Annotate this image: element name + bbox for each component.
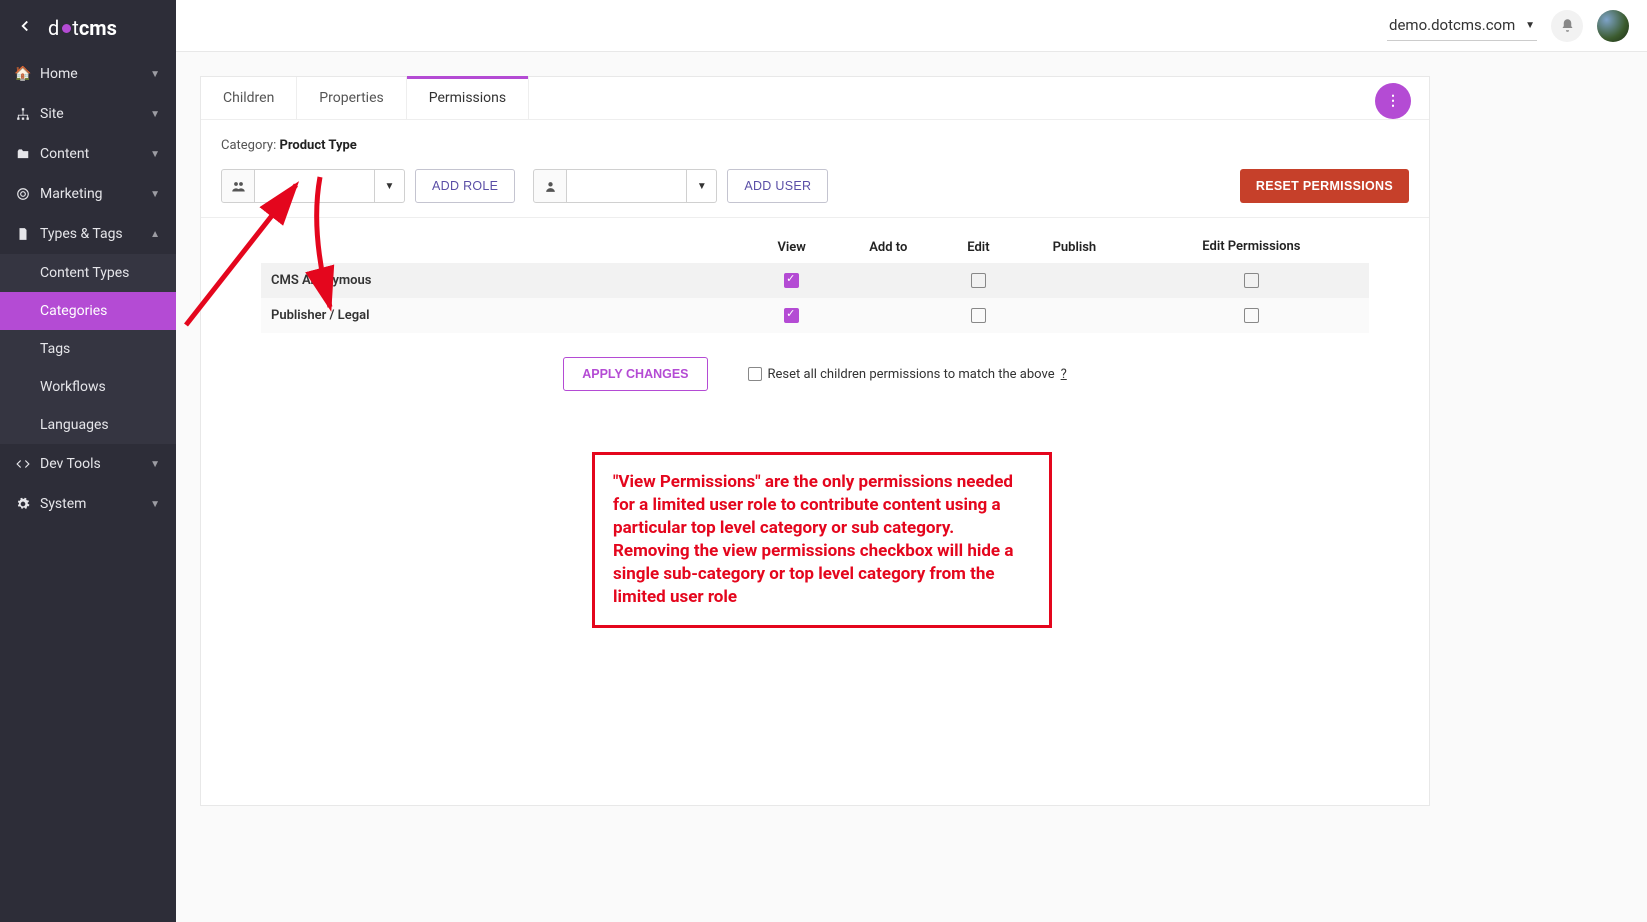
bell-icon bbox=[1560, 18, 1575, 33]
user-icon bbox=[533, 169, 567, 203]
category-label: Category: bbox=[221, 138, 276, 153]
sidebar-sub-workflows[interactable]: Workflows bbox=[0, 368, 176, 406]
checkbox-edit[interactable] bbox=[971, 273, 986, 288]
sitemap-icon bbox=[16, 107, 30, 121]
sidebar-subitems: Content Types Categories Tags Workflows … bbox=[0, 254, 176, 444]
sidebar-item-label: Site bbox=[40, 106, 64, 122]
target-icon bbox=[16, 187, 30, 201]
chevron-down-icon: ▼ bbox=[150, 189, 160, 200]
sidebar-sub-content-types[interactable]: Content Types bbox=[0, 254, 176, 292]
topbar: demo.dotcms.com ▼ bbox=[176, 0, 1647, 52]
col-view: View bbox=[749, 232, 835, 263]
user-dropdown-caret[interactable]: ▼ bbox=[687, 169, 717, 203]
notifications-button[interactable] bbox=[1551, 10, 1583, 42]
apply-changes-button[interactable]: APPLY CHANGES bbox=[563, 357, 707, 391]
sidebar-item-label: System bbox=[40, 496, 86, 512]
checkbox-edit[interactable] bbox=[971, 308, 986, 323]
sidebar-item-content[interactable]: Content ▼ bbox=[0, 134, 176, 174]
caret-down-icon: ▼ bbox=[1525, 20, 1535, 31]
more-vertical-icon: ⋮ bbox=[1386, 93, 1400, 109]
user-combo: ▼ bbox=[533, 169, 717, 203]
checkbox-edit-perms[interactable] bbox=[1244, 308, 1259, 323]
tab-properties[interactable]: Properties bbox=[297, 77, 406, 119]
sidebar-header: dtcms bbox=[0, 0, 176, 54]
sidebar-item-dev-tools[interactable]: Dev Tools ▼ bbox=[0, 444, 176, 484]
row-name: Publisher / Legal bbox=[261, 298, 749, 333]
col-edit-permissions: Edit Permissions bbox=[1134, 232, 1369, 263]
chevron-down-icon: ▼ bbox=[150, 499, 160, 510]
add-role-button[interactable]: ADD ROLE bbox=[415, 169, 515, 203]
document-icon bbox=[16, 227, 30, 241]
reset-children-checkbox[interactable] bbox=[748, 367, 762, 381]
sidebar-item-label: Content bbox=[40, 146, 89, 162]
chevron-down-icon: ▼ bbox=[150, 149, 160, 160]
sidebar-item-label: Dev Tools bbox=[40, 456, 101, 472]
site-selector[interactable]: demo.dotcms.com ▼ bbox=[1387, 10, 1537, 41]
sidebar-item-label: Types & Tags bbox=[40, 226, 123, 242]
category-value: Product Type bbox=[279, 138, 356, 153]
help-icon[interactable]: ? bbox=[1061, 367, 1067, 382]
sidebar-item-label: Marketing bbox=[40, 186, 103, 202]
chevron-down-icon: ▼ bbox=[150, 459, 160, 470]
category-label-row: Category: Product Type bbox=[201, 120, 1429, 161]
sidebar-item-system[interactable]: System ▼ bbox=[0, 484, 176, 524]
sidebar-item-label: Home bbox=[40, 66, 78, 82]
user-input[interactable] bbox=[567, 169, 687, 203]
site-selector-label: demo.dotcms.com bbox=[1389, 16, 1515, 34]
sidebar-sub-categories[interactable]: Categories bbox=[0, 292, 176, 330]
tab-permissions[interactable]: Permissions bbox=[407, 77, 529, 119]
sidebar-item-marketing[interactable]: Marketing ▼ bbox=[0, 174, 176, 214]
sidebar-sub-tags[interactable]: Tags bbox=[0, 330, 176, 368]
logo: dtcms bbox=[48, 16, 117, 40]
chevron-down-icon: ▼ bbox=[150, 109, 160, 120]
avatar[interactable] bbox=[1597, 10, 1629, 42]
annotation-callout: "View Permissions" are the only permissi… bbox=[592, 452, 1052, 628]
checkbox-edit-perms[interactable] bbox=[1244, 273, 1259, 288]
role-input[interactable] bbox=[255, 169, 375, 203]
col-add-to: Add to bbox=[835, 232, 942, 263]
role-dropdown-caret[interactable]: ▼ bbox=[375, 169, 405, 203]
folder-icon bbox=[16, 147, 30, 161]
group-icon bbox=[221, 169, 255, 203]
checkbox-view[interactable] bbox=[784, 273, 799, 288]
chevron-up-icon: ▲ bbox=[150, 229, 160, 240]
gear-icon bbox=[16, 497, 30, 511]
col-edit: Edit bbox=[942, 232, 1015, 263]
main-panel: Children Properties Permissions ⋮ Catego… bbox=[200, 76, 1430, 806]
logo-dot-icon bbox=[62, 24, 71, 33]
code-icon bbox=[16, 457, 30, 471]
sidebar-item-home[interactable]: 🏠 Home ▼ bbox=[0, 54, 176, 94]
add-user-button[interactable]: ADD USER bbox=[727, 169, 828, 203]
sidebar-sub-languages[interactable]: Languages bbox=[0, 406, 176, 444]
tab-children[interactable]: Children bbox=[201, 77, 297, 119]
actions-row: APPLY CHANGES Reset all children permiss… bbox=[201, 357, 1429, 391]
more-actions-button[interactable]: ⋮ bbox=[1375, 83, 1411, 119]
sidebar-item-types-tags[interactable]: Types & Tags ▲ bbox=[0, 214, 176, 254]
permissions-toolbar: ▼ ADD ROLE ▼ ADD USER RESET PERMISSIONS bbox=[201, 161, 1429, 218]
row-name: CMS Anonymous bbox=[261, 263, 749, 298]
reset-permissions-button[interactable]: RESET PERMISSIONS bbox=[1240, 169, 1409, 203]
table-row: CMS Anonymous bbox=[261, 263, 1369, 298]
tabs: Children Properties Permissions ⋮ bbox=[201, 77, 1429, 120]
annotation-text: "View Permissions" are the only permissi… bbox=[613, 472, 1013, 607]
chevron-down-icon: ▼ bbox=[150, 69, 160, 80]
table-row: Publisher / Legal bbox=[261, 298, 1369, 333]
permissions-table: View Add to Edit Publish Edit Permission… bbox=[261, 232, 1369, 333]
sidebar: dtcms 🏠 Home ▼ Site ▼ Content ▼ Marketing… bbox=[0, 0, 176, 922]
col-publish: Publish bbox=[1015, 232, 1134, 263]
role-combo: ▼ bbox=[221, 169, 405, 203]
back-icon[interactable] bbox=[16, 17, 34, 39]
checkbox-view[interactable] bbox=[784, 308, 799, 323]
sidebar-item-site[interactable]: Site ▼ bbox=[0, 94, 176, 134]
reset-children-text: Reset all children permissions to match … bbox=[768, 367, 1055, 382]
reset-children-label[interactable]: Reset all children permissions to match … bbox=[748, 367, 1067, 382]
home-icon: 🏠 bbox=[16, 66, 30, 82]
